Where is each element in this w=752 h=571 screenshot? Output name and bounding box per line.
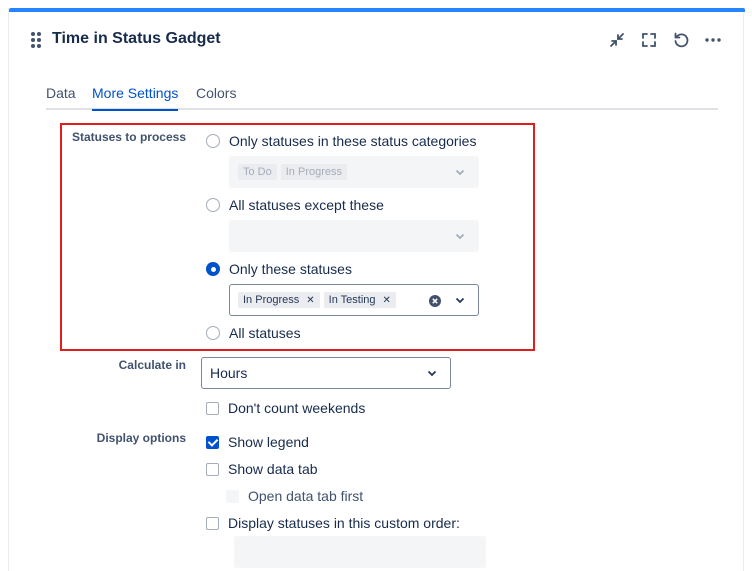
chip-label: In Progress [243,294,300,306]
chevron-down-icon [455,169,465,176]
calculate-unit-value: Hours [210,365,248,381]
checkbox-label: Show data tab [228,461,318,477]
checkbox-dont-count-weekends[interactable]: Don't count weekends [206,400,365,416]
gadget-title: Time in Status Gadget [52,30,221,47]
chevron-down-icon[interactable] [454,294,466,306]
chip: To Do [238,164,277,180]
chip-in-progress: In Progress ✕ [238,292,320,308]
only-statuses-select[interactable]: In Progress ✕ In Testing ✕ [229,284,479,316]
radio-only-these[interactable]: Only these statuses [206,261,352,277]
checkbox-label: Open data tab first [248,488,364,504]
radio-button[interactable] [206,134,220,148]
checkbox-checked[interactable] [206,435,219,449]
gadget-header: Time in Status Gadget [9,26,745,56]
radio-status-categories[interactable]: Only statuses in these status categories [206,133,476,149]
clear-icon[interactable] [428,294,442,308]
status-categories-select: To Do In Progress [229,156,479,188]
radio-label: Only statuses in these status categories [229,133,477,149]
calculate-label: Calculate in [118,358,186,372]
checkbox[interactable] [206,516,219,530]
chip-in-testing: In Testing ✕ [323,292,396,308]
chevron-down-icon [455,233,465,240]
radio-button[interactable] [206,198,220,212]
radio-all-except[interactable]: All statuses except these [206,197,384,213]
checkbox-open-data-tab-first: Open data tab first [226,488,363,504]
radio-label: All statuses except these [229,197,384,213]
tab-more-settings[interactable]: More Settings [92,85,179,111]
checkbox-label: Don't count weekends [228,400,366,416]
collapse-icon[interactable] [605,28,629,52]
checkbox-show-legend[interactable]: Show legend [206,434,309,450]
radio-button[interactable] [206,326,220,340]
settings-tabs: Data More Settings Colors [46,84,718,111]
remove-chip-icon[interactable]: ✕ [383,295,391,306]
checkbox-label: Display statuses in this custom order: [228,515,460,531]
chip-label: In Testing [328,294,376,306]
drag-handle-icon[interactable] [31,32,43,48]
tab-data[interactable]: Data [46,85,76,101]
except-statuses-select [229,220,479,252]
tab-colors[interactable]: Colors [196,85,236,101]
statuses-label: Statuses to process [71,130,186,144]
remove-chip-icon[interactable]: ✕ [306,295,314,306]
checkbox[interactable] [206,401,219,415]
chip: In Progress [280,164,347,180]
radio-label: All statuses [229,325,301,341]
gadget-accent-bar [9,8,745,12]
radio-button-checked[interactable] [206,262,220,276]
checkbox-show-data-tab[interactable]: Show data tab [206,461,318,477]
checkbox[interactable] [206,462,219,476]
checkbox-label: Show legend [228,434,309,450]
checkbox-disabled [226,489,239,503]
custom-order-field [234,536,486,568]
calculate-unit-select[interactable]: Hours [201,357,451,389]
chevron-down-icon[interactable] [426,367,438,379]
refresh-icon[interactable] [669,28,693,52]
display-options-label: Display options [96,431,186,445]
more-icon[interactable] [701,28,725,52]
radio-label: Only these statuses [229,261,352,277]
fullscreen-icon[interactable] [637,28,661,52]
gadget-panel: Time in Status Gadget Data More Settings… [8,8,745,571]
checkbox-custom-order[interactable]: Display statuses in this custom order: [206,515,460,531]
radio-all-statuses[interactable]: All statuses [206,325,301,341]
